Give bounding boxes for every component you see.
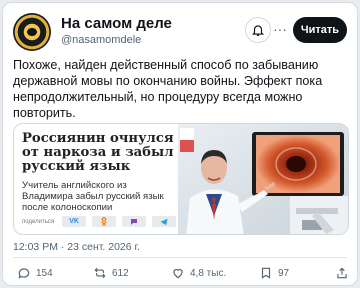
avatar[interactable] bbox=[13, 13, 51, 51]
article-text-block: Россиянин очнулся от наркоза и забыл рус… bbox=[22, 132, 178, 228]
bookmark-icon bbox=[261, 267, 271, 279]
retweet-icon bbox=[94, 267, 106, 279]
retweet-button[interactable]: 612 bbox=[93, 263, 129, 283]
chat-icon[interactable] bbox=[122, 216, 147, 227]
like-count: 4,8 тыс. bbox=[190, 267, 227, 279]
like-button[interactable]: 4,8 тыс. bbox=[171, 263, 226, 283]
retweet-count: 612 bbox=[112, 267, 129, 279]
share-icon bbox=[337, 267, 347, 279]
embedded-article[interactable]: Россиянин очнулся от наркоза и забыл рус… bbox=[13, 123, 349, 235]
author-handle[interactable]: @nasamomdele bbox=[61, 34, 141, 46]
bell-plus-icon bbox=[251, 25, 265, 36]
telegram-icon[interactable] bbox=[152, 216, 177, 227]
eye-logo-icon bbox=[25, 26, 39, 38]
reply-icon bbox=[18, 268, 30, 279]
reply-count: 154 bbox=[36, 267, 53, 279]
ok-icon[interactable] bbox=[92, 216, 117, 227]
tweet-text: Похоже, найден действенный способ по заб… bbox=[13, 58, 323, 120]
more-options-button[interactable]: ··· bbox=[273, 20, 287, 40]
article-photo bbox=[178, 124, 348, 234]
divider bbox=[13, 257, 347, 258]
bookmark-button[interactable]: 97 bbox=[259, 263, 289, 283]
tweet-header: На самом деле @nasamomdele ··· Читать bbox=[13, 11, 347, 53]
follow-button[interactable]: Читать bbox=[293, 17, 347, 43]
bookmark-count: 97 bbox=[278, 267, 290, 279]
heart-icon bbox=[173, 269, 183, 279]
share-label: поделиться bbox=[22, 218, 55, 225]
tweet-card: На самом деле @nasamomdele ··· Читать По… bbox=[2, 2, 358, 286]
tweet-actions: 154 612 4,8 тыс. 97 bbox=[13, 263, 347, 283]
article-photo-illustration bbox=[178, 124, 348, 234]
article-subtitle: Учитель английского из Владимира забыл р… bbox=[22, 180, 164, 213]
vk-icon[interactable]: VK bbox=[62, 216, 87, 227]
reply-button[interactable]: 154 bbox=[17, 263, 53, 283]
author-name[interactable]: На самом деле bbox=[61, 15, 172, 32]
tweet-timestamp[interactable]: 12:03 PM · 23 сент. 2026 г. bbox=[13, 241, 140, 253]
notifications-button[interactable] bbox=[245, 17, 271, 43]
article-title: Россиянин очнулся от наркоза и забыл рус… bbox=[22, 131, 174, 174]
share-row: поделиться VK bbox=[22, 216, 177, 227]
share-button[interactable] bbox=[335, 263, 349, 283]
